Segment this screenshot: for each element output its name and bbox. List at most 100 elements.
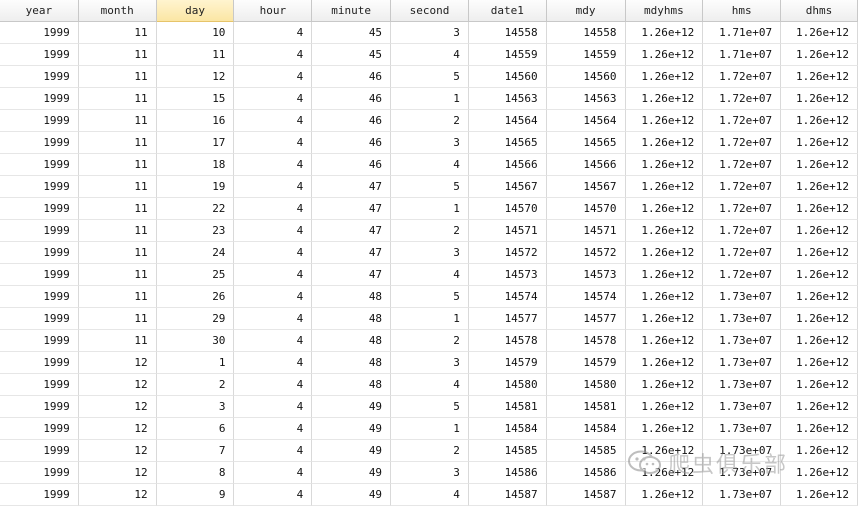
cell-hms[interactable]: 1.72e+07 (703, 66, 782, 88)
cell-minute[interactable]: 47 (312, 242, 392, 264)
cell-second[interactable]: 4 (391, 374, 469, 396)
cell-hms[interactable]: 1.72e+07 (703, 264, 782, 286)
cell-month[interactable]: 11 (78, 176, 157, 198)
cell-date1[interactable]: 14577 (468, 308, 547, 330)
column-header-month[interactable]: month (78, 0, 157, 22)
cell-minute[interactable]: 47 (312, 176, 392, 198)
cell-mdy[interactable]: 14578 (546, 330, 626, 352)
cell-year[interactable]: 1999 (0, 374, 79, 396)
cell-hms[interactable]: 1.73e+07 (703, 286, 782, 308)
cell-day[interactable]: 15 (156, 88, 235, 110)
cell-second[interactable]: 3 (391, 462, 469, 484)
cell-dhms[interactable]: 1.26e+12 (781, 88, 858, 110)
cell-month[interactable]: 12 (78, 462, 157, 484)
cell-day[interactable]: 3 (156, 396, 235, 418)
cell-date1[interactable]: 14574 (468, 286, 547, 308)
cell-mdy[interactable]: 14565 (546, 132, 626, 154)
cell-date1[interactable]: 14584 (468, 418, 547, 440)
cell-dhms[interactable]: 1.26e+12 (781, 264, 858, 286)
cell-mdyhms[interactable]: 1.26e+12 (625, 330, 704, 352)
cell-dhms[interactable]: 1.26e+12 (781, 154, 858, 176)
cell-hour[interactable]: 4 (234, 88, 313, 110)
cell-year[interactable]: 1999 (0, 66, 79, 88)
column-header-mdy[interactable]: mdy (546, 0, 626, 22)
cell-second[interactable]: 2 (391, 440, 469, 462)
cell-hms[interactable]: 1.72e+07 (703, 132, 782, 154)
cell-date1[interactable]: 14573 (468, 264, 547, 286)
cell-mdy[interactable]: 14571 (546, 220, 626, 242)
cell-dhms[interactable]: 1.26e+12 (781, 286, 858, 308)
cell-date1[interactable]: 14570 (468, 198, 547, 220)
cell-year[interactable]: 1999 (0, 440, 79, 462)
cell-mdy[interactable]: 14558 (546, 22, 626, 44)
cell-second[interactable]: 5 (391, 66, 469, 88)
cell-year[interactable]: 1999 (0, 308, 79, 330)
cell-mdyhms[interactable]: 1.26e+12 (625, 352, 704, 374)
cell-day[interactable]: 18 (156, 154, 235, 176)
table-row[interactable]: 1999 11 17 4 46 3 14565 14565 1.26e+12 1.72e+07 1.… (0, 132, 858, 154)
cell-hour[interactable]: 4 (234, 308, 313, 330)
cell-second[interactable]: 4 (391, 484, 469, 506)
cell-year[interactable]: 1999 (0, 110, 79, 132)
cell-date1[interactable]: 14579 (468, 352, 547, 374)
cell-hms[interactable]: 1.72e+07 (703, 154, 782, 176)
cell-hms[interactable]: 1.72e+07 (703, 176, 782, 198)
cell-day[interactable]: 30 (156, 330, 235, 352)
cell-day[interactable]: 26 (156, 286, 235, 308)
cell-year[interactable]: 1999 (0, 264, 79, 286)
cell-second[interactable]: 5 (391, 176, 469, 198)
cell-minute[interactable]: 46 (312, 66, 392, 88)
cell-date1[interactable]: 14580 (468, 374, 547, 396)
cell-minute[interactable]: 48 (312, 374, 392, 396)
cell-second[interactable]: 2 (391, 110, 469, 132)
cell-minute[interactable]: 49 (312, 396, 392, 418)
cell-minute[interactable]: 48 (312, 330, 392, 352)
cell-second[interactable]: 3 (391, 132, 469, 154)
cell-mdy[interactable]: 14563 (546, 88, 626, 110)
cell-mdy[interactable]: 14577 (546, 308, 626, 330)
cell-day[interactable]: 8 (156, 462, 235, 484)
cell-month[interactable]: 11 (78, 88, 157, 110)
cell-year[interactable]: 1999 (0, 176, 79, 198)
cell-hour[interactable]: 4 (234, 330, 313, 352)
cell-month[interactable]: 12 (78, 484, 157, 506)
cell-hour[interactable]: 4 (234, 440, 313, 462)
table-row[interactable]: 1999 11 23 4 47 2 14571 14571 1.26e+12 1.72e+07 1.… (0, 220, 858, 242)
cell-year[interactable]: 1999 (0, 462, 79, 484)
cell-second[interactable]: 3 (391, 352, 469, 374)
cell-dhms[interactable]: 1.26e+12 (781, 396, 858, 418)
cell-year[interactable]: 1999 (0, 418, 79, 440)
cell-day[interactable]: 25 (156, 264, 235, 286)
cell-month[interactable]: 11 (78, 110, 157, 132)
cell-day[interactable]: 24 (156, 242, 235, 264)
cell-mdyhms[interactable]: 1.26e+12 (625, 220, 704, 242)
cell-hms[interactable]: 1.72e+07 (703, 198, 782, 220)
cell-minute[interactable]: 48 (312, 308, 392, 330)
cell-day[interactable]: 19 (156, 176, 235, 198)
cell-minute[interactable]: 46 (312, 154, 392, 176)
cell-date1[interactable]: 14567 (468, 176, 547, 198)
cell-second[interactable]: 5 (391, 396, 469, 418)
cell-day[interactable]: 7 (156, 440, 235, 462)
cell-date1[interactable]: 14585 (468, 440, 547, 462)
cell-dhms[interactable]: 1.26e+12 (781, 66, 858, 88)
cell-date1[interactable]: 14558 (468, 22, 547, 44)
cell-minute[interactable]: 47 (312, 264, 392, 286)
cell-hour[interactable]: 4 (234, 374, 313, 396)
cell-year[interactable]: 1999 (0, 154, 79, 176)
cell-second[interactable]: 3 (391, 242, 469, 264)
cell-minute[interactable]: 47 (312, 220, 392, 242)
cell-day[interactable]: 1 (156, 352, 235, 374)
cell-date1[interactable]: 14571 (468, 220, 547, 242)
cell-date1[interactable]: 14566 (468, 154, 547, 176)
cell-date1[interactable]: 14578 (468, 330, 547, 352)
cell-second[interactable]: 2 (391, 220, 469, 242)
cell-mdyhms[interactable]: 1.26e+12 (625, 396, 704, 418)
cell-month[interactable]: 11 (78, 286, 157, 308)
cell-hms[interactable]: 1.72e+07 (703, 88, 782, 110)
cell-mdy[interactable]: 14580 (546, 374, 626, 396)
table-row[interactable]: 1999 11 15 4 46 1 14563 14563 1.26e+12 1.72e+07 1.… (0, 88, 858, 110)
cell-month[interactable]: 11 (78, 242, 157, 264)
cell-month[interactable]: 12 (78, 418, 157, 440)
cell-date1[interactable]: 14564 (468, 110, 547, 132)
